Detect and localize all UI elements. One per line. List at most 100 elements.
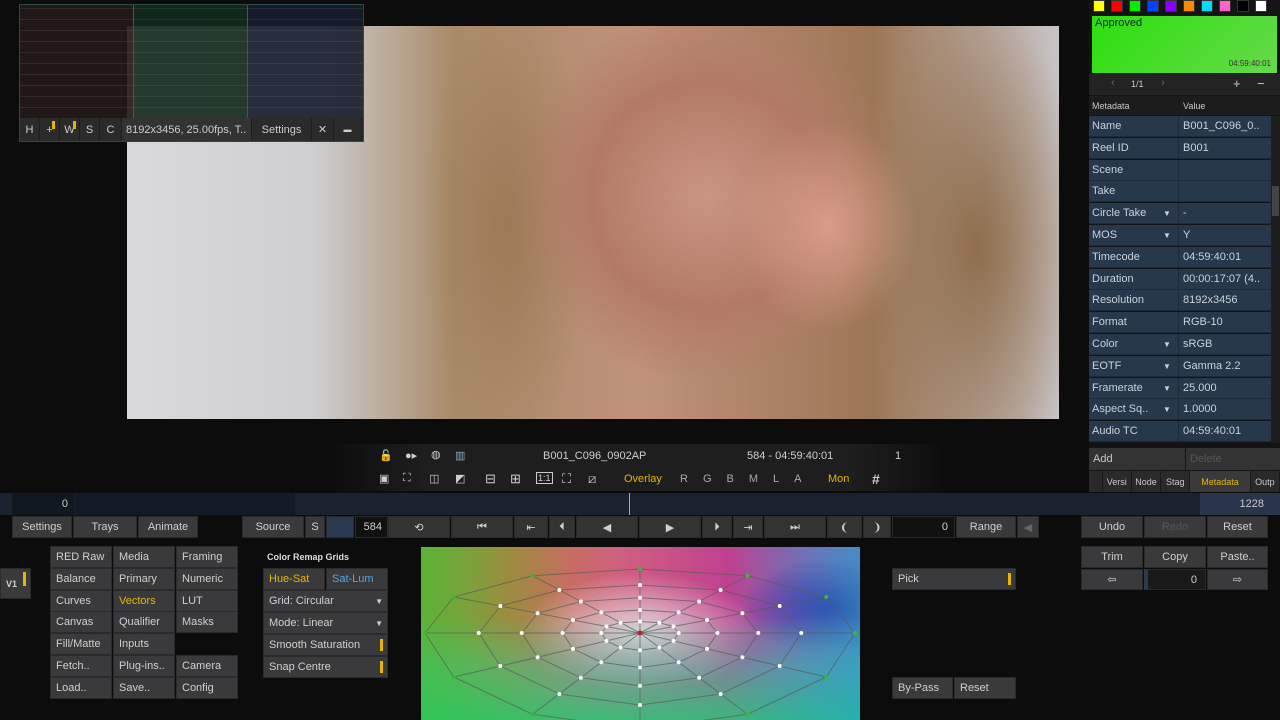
frame-field[interactable]: 584 bbox=[355, 516, 388, 538]
grid-icon[interactable]: # bbox=[872, 471, 880, 487]
metadata-value[interactable]: 04:59:40:01 bbox=[1179, 247, 1241, 267]
metadata-row[interactable]: Framerate ▼ 25.000 bbox=[1089, 377, 1271, 399]
grid-control-point[interactable] bbox=[599, 660, 604, 665]
grid-control-point[interactable] bbox=[638, 648, 642, 653]
scope-s-button[interactable]: S bbox=[80, 118, 100, 141]
dropdown-icon[interactable]: ▼ bbox=[1163, 384, 1171, 393]
go-start-icon[interactable]: ⏮ bbox=[451, 516, 513, 538]
zoom-out-icon[interactable]: ⊟ bbox=[485, 471, 496, 487]
zoom-in-icon[interactable]: ⊞ bbox=[510, 471, 521, 487]
channel-m[interactable]: M bbox=[749, 473, 758, 485]
mon-button[interactable]: Mon bbox=[828, 473, 849, 485]
grid-control-point[interactable] bbox=[599, 610, 604, 615]
range-value[interactable]: 0 bbox=[892, 516, 955, 538]
paste-button[interactable]: Paste.. bbox=[1207, 546, 1268, 568]
op-plug-ins[interactable]: Plug-ins.. bbox=[113, 655, 175, 677]
grid-control-point[interactable] bbox=[604, 638, 609, 643]
grid-control-point[interactable] bbox=[657, 620, 662, 625]
metadata-row[interactable]: Duration 00:00:17:07 (4.. bbox=[1089, 268, 1271, 290]
grid-control-point[interactable] bbox=[657, 645, 662, 650]
op-red-raw[interactable]: RED Raw bbox=[50, 546, 112, 568]
grid-control-point[interactable] bbox=[570, 618, 575, 623]
op-qualifier[interactable]: Qualifier bbox=[113, 611, 175, 634]
op-curves[interactable]: Curves bbox=[50, 589, 112, 612]
metadata-value[interactable]: B001_C096_0.. bbox=[1179, 116, 1259, 136]
grid-control-point[interactable] bbox=[451, 595, 456, 599]
grid-control-point[interactable] bbox=[638, 703, 642, 707]
metadata-scrollbar[interactable] bbox=[1271, 116, 1280, 443]
channel-r[interactable]: R bbox=[680, 473, 688, 485]
tabs-handle[interactable] bbox=[1089, 471, 1103, 492]
grid-control-point[interactable] bbox=[697, 675, 702, 680]
op-load[interactable]: Load.. bbox=[50, 676, 112, 699]
op-lut[interactable]: LUT bbox=[176, 589, 238, 612]
scope-w-button[interactable]: W bbox=[60, 118, 80, 141]
grid-control-point[interactable] bbox=[498, 604, 503, 608]
op-config[interactable]: Config bbox=[176, 676, 238, 699]
grid-control-point[interactable] bbox=[676, 610, 681, 615]
grid-control-point[interactable] bbox=[498, 664, 503, 668]
settings-button[interactable]: Settings bbox=[12, 516, 72, 538]
grid-control-point[interactable] bbox=[638, 595, 642, 600]
op-save[interactable]: Save.. bbox=[113, 676, 175, 699]
loop-icon[interactable]: ⟲ bbox=[388, 516, 450, 538]
zoom-1to1-icon[interactable]: 1:1 bbox=[536, 472, 553, 484]
fullscreen-icon[interactable]: ⧄ bbox=[588, 471, 596, 487]
dropdown-icon[interactable]: ▼ bbox=[1163, 340, 1171, 349]
smooth-saturation-toggle[interactable]: Smooth Saturation bbox=[263, 634, 388, 656]
swatch[interactable] bbox=[1093, 0, 1105, 12]
op-vectors[interactable]: Vectors bbox=[113, 589, 175, 612]
grid-control-point[interactable] bbox=[705, 646, 710, 651]
metadata-value[interactable]: 25.000 bbox=[1179, 378, 1217, 398]
metadata-value[interactable]: 04:59:40:01 bbox=[1179, 421, 1241, 441]
metadata-value[interactable]: B001 bbox=[1179, 138, 1209, 158]
metadata-value[interactable]: 8192x3456 bbox=[1179, 290, 1237, 310]
close-icon[interactable]: ✕ bbox=[312, 118, 334, 141]
metadata-row[interactable]: Aspect Sq.. ▼ 1.0000 bbox=[1089, 399, 1271, 421]
op-camera[interactable]: Camera bbox=[176, 655, 238, 677]
reset-button[interactable]: Reset bbox=[1207, 516, 1268, 538]
dropdown-icon[interactable]: ▼ bbox=[1163, 405, 1171, 414]
vector-grid[interactable] bbox=[421, 547, 860, 720]
swatch[interactable] bbox=[1165, 0, 1177, 12]
redo-button[interactable]: Redo bbox=[1144, 516, 1206, 538]
approval-card[interactable]: Approved 04:59:40:01 bbox=[1092, 16, 1277, 73]
scope-settings-button[interactable]: Settings bbox=[252, 118, 312, 141]
op-inputs[interactable]: Inputs bbox=[113, 633, 175, 656]
grid-control-point[interactable] bbox=[740, 655, 745, 660]
mark-in-icon[interactable]: ❨ bbox=[827, 516, 862, 538]
audio-icon[interactable]: ◀︎ bbox=[1017, 516, 1039, 538]
grid-control-point[interactable] bbox=[777, 604, 782, 608]
source-button[interactable]: Source bbox=[242, 516, 304, 538]
grid-control-point[interactable] bbox=[557, 691, 562, 696]
grid-control-point[interactable] bbox=[423, 631, 427, 635]
range-button[interactable]: Range bbox=[956, 516, 1016, 538]
swatch[interactable] bbox=[1201, 0, 1213, 12]
grid-control-point[interactable] bbox=[638, 665, 642, 670]
hue-sat-tab[interactable]: Hue-Sat bbox=[263, 568, 325, 590]
dropdown-icon[interactable]: ▼ bbox=[1163, 209, 1171, 218]
grid-control-point[interactable] bbox=[599, 631, 604, 635]
prev-key-icon[interactable]: ⇤ bbox=[514, 516, 548, 538]
scope-plus-button[interactable]: + bbox=[40, 118, 60, 141]
metadata-value[interactable] bbox=[1179, 160, 1183, 180]
tab-metadata[interactable]: Metadata bbox=[1190, 471, 1251, 492]
reset-grid-button[interactable]: Reset bbox=[954, 677, 1016, 699]
grid-control-point[interactable] bbox=[557, 588, 562, 593]
next-key-icon[interactable]: ⇥ bbox=[733, 516, 763, 538]
prev-button[interactable]: ‹ bbox=[1111, 77, 1115, 89]
swatch[interactable] bbox=[1111, 0, 1123, 12]
grid-control-point[interactable] bbox=[638, 619, 642, 624]
grid-control-point[interactable] bbox=[519, 631, 524, 635]
swatch[interactable] bbox=[1255, 0, 1267, 12]
dropdown-icon[interactable]: ▼ bbox=[1163, 362, 1171, 371]
grid-control-point[interactable] bbox=[671, 638, 676, 643]
layer-v1[interactable]: V1 bbox=[0, 568, 31, 599]
split-icon[interactable]: ◫ bbox=[429, 472, 439, 485]
metadata-row[interactable]: MOS ▼ Y bbox=[1089, 225, 1271, 246]
tab-outp[interactable]: Outp bbox=[1251, 471, 1280, 492]
tab-stag[interactable]: Stag bbox=[1161, 471, 1191, 492]
grid-control-point[interactable] bbox=[638, 607, 642, 612]
fit-icon[interactable]: ⛶ bbox=[562, 471, 571, 487]
vector-grid-canvas[interactable] bbox=[421, 547, 860, 720]
